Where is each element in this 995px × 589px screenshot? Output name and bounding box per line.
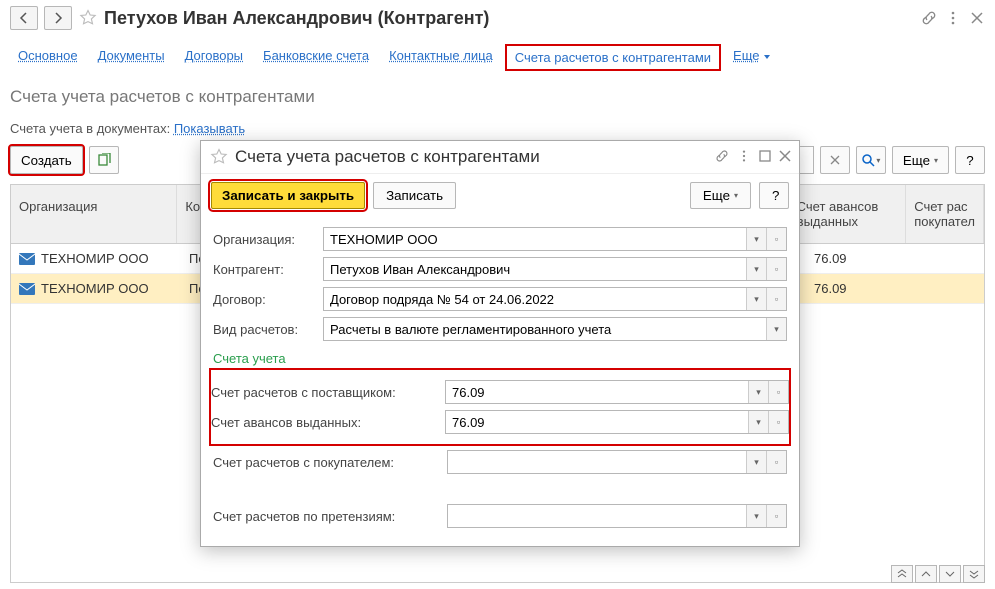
label-claims-account: Счет расчетов по претензиям: [213, 509, 441, 524]
open-ref-icon[interactable]: ▫ [768, 411, 788, 433]
tab-documents[interactable]: Документы [90, 44, 173, 71]
show-accounts-label: Счета учета в документах: [10, 121, 170, 136]
buyer-account-input[interactable] [448, 451, 746, 473]
clear-search-button[interactable] [820, 146, 850, 174]
dropdown-icon[interactable]: ▾ [748, 381, 768, 403]
more-button[interactable]: Еще▾ [892, 146, 949, 174]
dropdown-icon[interactable]: ▾ [746, 451, 766, 473]
supplier-account-input[interactable] [446, 381, 748, 403]
scroll-top-button[interactable] [891, 565, 913, 583]
dialog-kebab-icon[interactable] [737, 149, 751, 166]
cell-org: ТЕХНОМИР ООО [41, 281, 149, 296]
window-header: Петухов Иван Александрович (Контрагент) [0, 0, 995, 36]
row-marker-icon [19, 283, 35, 295]
contract-field[interactable]: ▾ ▫ [323, 287, 787, 311]
section-heading: Счета учета расчетов с контрагентами [0, 79, 995, 115]
row-marker-icon [19, 253, 35, 265]
help-button[interactable]: ? [955, 146, 985, 174]
cell-adv: 76.09 [806, 281, 926, 296]
buyer-account-field[interactable]: ▾ ▫ [447, 450, 787, 474]
label-organization: Организация: [213, 232, 317, 247]
show-accounts-row: Счета учета в документах: Показывать [0, 115, 995, 142]
advance-issued-account-field[interactable]: ▾ ▫ [445, 410, 789, 434]
dialog-more-button[interactable]: Еще▾ [690, 182, 751, 209]
dropdown-icon[interactable]: ▾ [766, 318, 786, 340]
account-dialog: Счета учета расчетов с контрагентами Зап… [200, 140, 800, 547]
dialog-header: Счета учета расчетов с контрагентами [201, 141, 799, 174]
th-buyer-account[interactable]: Счет рас покупател [906, 185, 984, 243]
label-calc-type: Вид расчетов: [213, 322, 317, 337]
tab-contacts[interactable]: Контактные лица [381, 44, 501, 71]
show-accounts-link[interactable]: Показывать [174, 121, 245, 136]
claims-account-input[interactable] [448, 505, 746, 527]
section-accounts-label: Счета учета [213, 351, 787, 366]
scroll-buttons [891, 565, 985, 583]
label-contract: Договор: [213, 292, 317, 307]
dialog-close-icon[interactable] [779, 150, 791, 165]
page-title: Петухов Иван Александрович (Контрагент) [104, 8, 915, 29]
label-advance-issued-account: Счет авансов выданных: [211, 415, 439, 430]
favorite-star-icon[interactable] [78, 8, 98, 28]
create-button[interactable]: Создать [10, 146, 83, 174]
dropdown-icon[interactable]: ▾ [748, 411, 768, 433]
tab-more[interactable]: Еще [725, 44, 777, 71]
label-buyer-account: Счет расчетов с покупателем: [213, 455, 441, 470]
save-button[interactable]: Записать [373, 182, 456, 209]
scroll-bottom-button[interactable] [963, 565, 985, 583]
dialog-maximize-icon[interactable] [759, 150, 771, 165]
open-ref-icon[interactable]: ▫ [766, 258, 786, 280]
scroll-up-button[interactable] [915, 565, 937, 583]
dialog-toolbar: Записать и закрыть Записать Еще▾ ? [201, 174, 799, 217]
open-ref-icon[interactable]: ▫ [766, 505, 786, 527]
organization-input[interactable] [324, 228, 746, 250]
tab-bank-accounts[interactable]: Банковские счета [255, 44, 377, 71]
link-icon[interactable] [921, 10, 937, 26]
dialog-body: Организация: ▾ ▫ Контрагент: ▾ ▫ Договор… [201, 217, 799, 546]
save-and-close-button[interactable]: Записать и закрыть [211, 182, 365, 209]
highlighted-accounts-group: Счет расчетов с поставщиком: ▾ ▫ Счет ав… [211, 370, 789, 444]
cell-adv: 76.09 [806, 251, 926, 266]
nav-back-button[interactable] [10, 6, 38, 30]
counterparty-field[interactable]: ▾ ▫ [323, 257, 787, 281]
dropdown-icon[interactable]: ▾ [746, 288, 766, 310]
advance-issued-input[interactable] [446, 411, 748, 433]
th-advance-issued[interactable]: Счет авансов выданных [789, 185, 907, 243]
tab-bar: Основное Документы Договоры Банковские с… [0, 44, 995, 79]
organization-field[interactable]: ▾ ▫ [323, 227, 787, 251]
open-ref-icon[interactable]: ▫ [768, 381, 788, 403]
calc-type-input[interactable] [324, 318, 766, 340]
open-ref-icon[interactable]: ▫ [766, 228, 786, 250]
dialog-favorite-star-icon[interactable] [209, 147, 229, 167]
nav-forward-button[interactable] [44, 6, 72, 30]
tab-contracts[interactable]: Договоры [177, 44, 251, 71]
counterparty-input[interactable] [324, 258, 746, 280]
dialog-title: Счета учета расчетов с контрагентами [235, 147, 709, 167]
contract-input[interactable] [324, 288, 746, 310]
dropdown-icon[interactable]: ▾ [746, 228, 766, 250]
kebab-menu-icon[interactable] [945, 10, 961, 26]
supplier-account-field[interactable]: ▾ ▫ [445, 380, 789, 404]
label-counterparty: Контрагент: [213, 262, 317, 277]
tab-settlement-accounts[interactable]: Счета расчетов с контрагентами [505, 44, 721, 71]
copy-button[interactable] [89, 146, 119, 174]
open-ref-icon[interactable]: ▫ [766, 288, 786, 310]
scroll-down-button[interactable] [939, 565, 961, 583]
search-button[interactable]: ▾ [856, 146, 886, 174]
cell-org: ТЕХНОМИР ООО [41, 251, 149, 266]
th-organization[interactable]: Организация [11, 185, 177, 243]
tab-main[interactable]: Основное [10, 44, 86, 71]
dropdown-icon[interactable]: ▾ [746, 258, 766, 280]
open-ref-icon[interactable]: ▫ [766, 451, 786, 473]
label-supplier-account: Счет расчетов с поставщиком: [211, 385, 439, 400]
dialog-link-icon[interactable] [715, 149, 729, 166]
dropdown-icon[interactable]: ▾ [746, 505, 766, 527]
claims-account-field[interactable]: ▾ ▫ [447, 504, 787, 528]
dialog-help-button[interactable]: ? [759, 182, 789, 209]
calc-type-field[interactable]: ▾ [323, 317, 787, 341]
close-icon[interactable] [969, 10, 985, 26]
